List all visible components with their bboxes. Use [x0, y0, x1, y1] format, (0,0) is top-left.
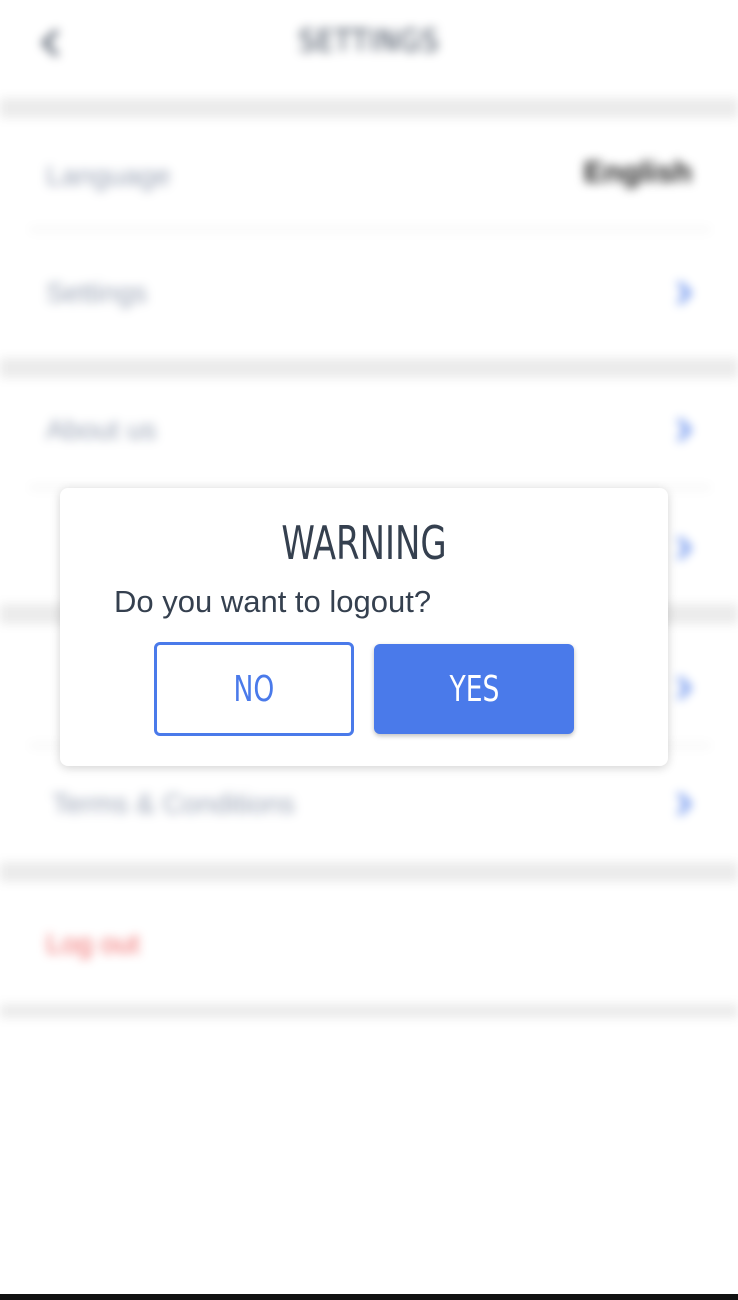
dialog-title: WARNING	[281, 516, 447, 570]
system-bottom-bar	[0, 1294, 738, 1300]
yes-button[interactable]: YES	[374, 644, 574, 734]
logout-warning-dialog: WARNING Do you want to logout? NO YES	[60, 488, 668, 766]
no-button[interactable]: NO	[154, 642, 354, 736]
screen: SETTINGS Language English Settings About…	[0, 0, 738, 1300]
no-button-label: NO	[233, 668, 275, 710]
yes-button-label: YES	[449, 668, 499, 710]
dialog-message: Do you want to logout?	[114, 584, 432, 619]
